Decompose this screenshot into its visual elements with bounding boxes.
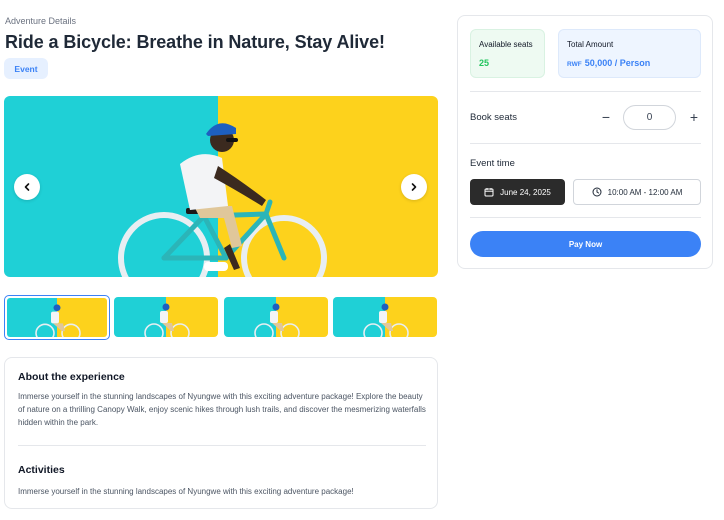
- panel-divider: [470, 217, 701, 218]
- seat-quantity-input[interactable]: 0: [623, 105, 676, 130]
- about-text: Immerse yourself in the stunning landsca…: [18, 392, 426, 427]
- thumbnail-image: [333, 297, 437, 337]
- pay-now-button[interactable]: Pay Now: [470, 231, 701, 257]
- gallery-prev-button[interactable]: [14, 174, 40, 200]
- total-amount-card: Total Amount RWF 50,000 / Person: [558, 29, 701, 78]
- available-seats-label: Available seats: [479, 40, 533, 49]
- total-amount-label: Total Amount: [567, 40, 614, 49]
- page-title: Ride a Bicycle: Breathe in Nature, Stay …: [5, 32, 385, 52]
- thumbnail-image: [7, 298, 107, 337]
- decrease-seats-button[interactable]: −: [600, 109, 612, 125]
- thumbnail-strip: [4, 295, 438, 340]
- breadcrumb: Adventure Details: [5, 16, 77, 26]
- available-seats-value: 25: [479, 58, 490, 68]
- time-text: 10:00 AM - 12:00 AM: [607, 187, 683, 197]
- booking-panel: Available seats 25 Total Amount RWF 50,00…: [457, 15, 713, 269]
- calendar-icon: [484, 188, 494, 197]
- thumbnail-image: [224, 297, 328, 337]
- date-text: June 24, 2025: [500, 187, 551, 197]
- total-amount-value: RWF 50,000 / Person: [567, 58, 692, 68]
- currency-label: RWF: [567, 61, 582, 68]
- chevron-left-icon: [24, 183, 30, 191]
- time-selector[interactable]: 10:00 AM - 12:00 AM: [573, 179, 701, 205]
- event-time-label: Event time: [470, 158, 515, 169]
- thumbnail-3[interactable]: [224, 297, 328, 337]
- panel-divider: [470, 143, 701, 144]
- increase-seats-button[interactable]: +: [687, 109, 701, 125]
- hero-image: [4, 96, 438, 277]
- clock-icon: [592, 187, 602, 197]
- date-selector[interactable]: June 24, 2025: [470, 179, 565, 205]
- about-divider: [18, 445, 426, 446]
- thumbnail-1[interactable]: [4, 295, 110, 340]
- panel-divider: [470, 91, 701, 92]
- cyclist-illustration: [4, 96, 438, 277]
- activities-text: Immerse yourself in the stunning landsca…: [18, 487, 354, 496]
- price-per-person: 50,000 / Person: [584, 58, 651, 68]
- available-seats-card: Available seats 25: [470, 29, 545, 78]
- activities-heading: Activities: [18, 464, 65, 476]
- chevron-right-icon: [411, 183, 417, 191]
- about-card: About the experience Immerse yourself in…: [4, 357, 438, 509]
- book-seats-label: Book seats: [470, 112, 517, 123]
- event-tag: Event: [4, 58, 48, 79]
- about-heading: About the experience: [18, 371, 125, 383]
- thumbnail-2[interactable]: [114, 297, 218, 337]
- thumbnail-image: [114, 297, 218, 337]
- thumbnail-4[interactable]: [333, 297, 437, 337]
- gallery-next-button[interactable]: [401, 174, 427, 200]
